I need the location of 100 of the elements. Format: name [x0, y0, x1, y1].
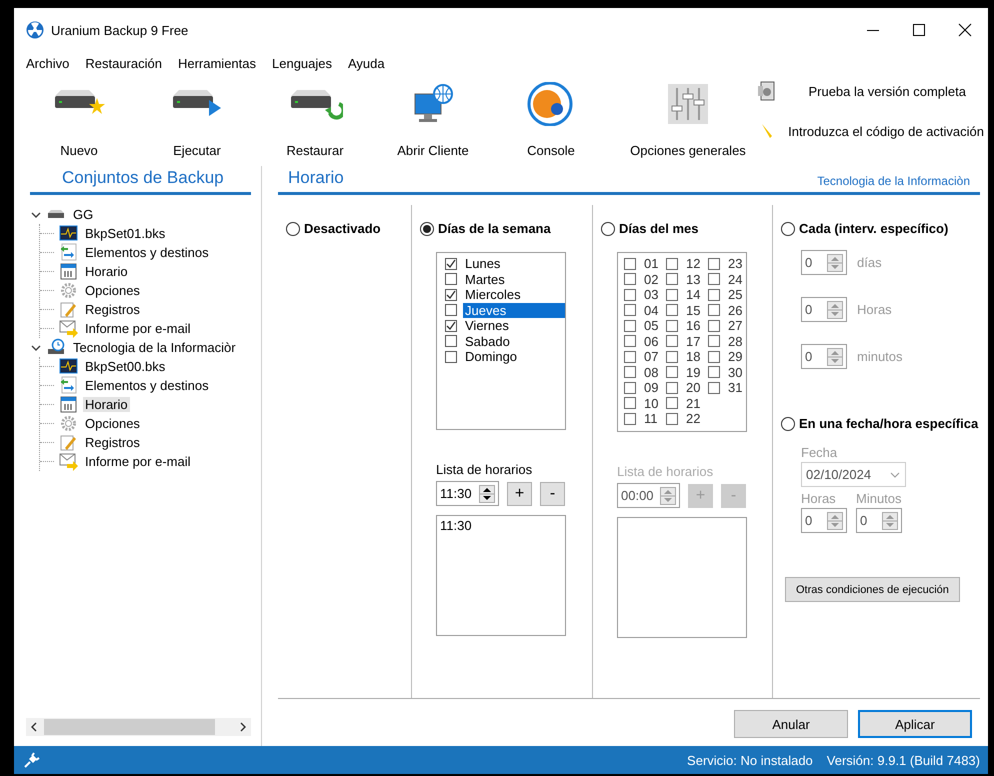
checkbox[interactable]: 20 — [666, 380, 708, 396]
checkbox[interactable]: 10 — [624, 396, 666, 411]
checkbox[interactable]: 04 — [624, 302, 666, 318]
checkbox[interactable]: 25 — [708, 287, 748, 302]
backup-set-name: Tecnologia de la Informaciòn — [817, 174, 970, 188]
menu-item[interactable]: Ayuda — [348, 56, 393, 70]
tree-item[interactable]: Tecnologia de la Informaciòr — [71, 340, 238, 355]
tree-item[interactable]: GG — [71, 207, 96, 222]
pencil-icon — [59, 300, 78, 319]
remove-button[interactable]: - — [540, 482, 565, 506]
menu-item[interactable]: Archivo — [26, 56, 78, 70]
check-icon — [446, 320, 456, 331]
checkbox[interactable]: 31 — [708, 380, 748, 396]
checkbox[interactable]: 19 — [666, 364, 708, 380]
list-item[interactable]: 11:30 — [440, 518, 562, 533]
checkbox[interactable]: 15 — [666, 302, 708, 318]
number-field[interactable]: 0 — [801, 508, 847, 533]
checkbox[interactable]: Sabado — [445, 334, 565, 349]
checkbox[interactable]: Martes — [445, 272, 565, 287]
checkbox[interactable]: 05 — [624, 318, 666, 334]
checkbox[interactable]: 22 — [666, 411, 708, 426]
tree-item[interactable]: Opciones — [83, 283, 142, 298]
field-label: Lista de horarios — [617, 464, 714, 479]
spinner-arrows-icon[interactable] — [479, 484, 495, 502]
checkbox[interactable]: 14 — [666, 287, 708, 302]
checkbox[interactable]: Viernes — [445, 318, 565, 334]
checkbox[interactable]: 24 — [708, 272, 748, 287]
add-button[interactable]: + — [507, 482, 532, 506]
radio-button[interactable]: Días del mes — [601, 221, 698, 236]
tree-item[interactable]: Registros — [83, 435, 142, 450]
tree-item[interactable]: Opciones — [83, 416, 142, 431]
checkbox[interactable]: 13 — [666, 272, 708, 287]
activation-link[interactable]: Introduzca el código de activación — [788, 124, 984, 138]
trial-link[interactable]: Prueba la versión completa — [808, 84, 966, 98]
checkbox[interactable]: 23 — [708, 256, 748, 272]
checkbox[interactable]: 16 — [666, 318, 708, 334]
toolbar-button[interactable]: Ejecutar — [154, 74, 240, 166]
checkbox[interactable]: 06 — [624, 334, 666, 349]
checkbox[interactable]: 27 — [708, 318, 748, 334]
tree-item[interactable]: Horario — [83, 397, 130, 412]
checkbox[interactable]: 03 — [624, 287, 666, 302]
checkbox[interactable]: 07 — [624, 349, 666, 364]
toolbar-button[interactable]: Abrir Cliente — [390, 74, 476, 166]
envelope-arrow-icon — [59, 319, 78, 338]
time-field[interactable]: 00:00 — [617, 483, 680, 508]
checkbox[interactable]: 01 — [624, 256, 666, 272]
radio-button[interactable]: En una fecha/hora específica — [781, 416, 978, 431]
toolbar-button[interactable]: Console — [508, 74, 594, 166]
dialog-button[interactable]: Anular — [734, 710, 848, 738]
menu-item[interactable]: Lenguajes — [272, 56, 340, 70]
radio-button[interactable]: Días de la semana — [420, 221, 551, 236]
checkbox[interactable]: 09 — [624, 380, 666, 396]
number-field[interactable]: 0 — [856, 508, 902, 533]
field-label: Horas — [801, 491, 837, 506]
checkbox[interactable]: 17 — [666, 334, 708, 349]
checkbox[interactable]: Miercoles — [445, 287, 565, 302]
arrows-icon — [59, 376, 78, 395]
checkbox[interactable]: 30 — [708, 364, 748, 380]
checkbox[interactable]: 08 — [624, 364, 666, 380]
toolbar-button[interactable]: Restaurar — [272, 74, 358, 166]
checkbox[interactable]: 29 — [708, 349, 748, 364]
tree-item[interactable]: Informe por e-mail — [83, 321, 192, 336]
time-field[interactable]: 11:30 — [436, 481, 499, 506]
tree-item[interactable]: Elementos y destinos — [83, 245, 211, 260]
checkbox[interactable]: 26 — [708, 302, 748, 318]
number-field[interactable]: 0 — [801, 344, 847, 369]
unit-label: minutos — [857, 349, 903, 364]
field-label: Minutos — [856, 491, 902, 506]
date-dropdown[interactable]: 02/10/2024 — [801, 462, 906, 487]
checkbox[interactable]: 11 — [624, 411, 666, 426]
checkbox[interactable]: Domingo — [445, 349, 565, 364]
field-label: Lista de horarios — [436, 462, 534, 477]
tree-item[interactable]: BkpSet01.bks — [83, 226, 168, 241]
tree-item[interactable]: Elementos y destinos — [83, 378, 211, 393]
number-field[interactable]: 0 — [801, 297, 847, 322]
envelope-arrow-icon — [59, 452, 78, 471]
tree-item[interactable]: BkpSet00.bks — [83, 359, 168, 374]
tree-item[interactable]: Registros — [83, 302, 142, 317]
number-field[interactable]: 0 — [801, 250, 847, 275]
arrows-icon — [59, 243, 78, 262]
toolbar-button[interactable]: Opciones generales — [626, 74, 750, 166]
toolbar-button[interactable]: Nuevo — [36, 74, 122, 166]
checkbox[interactable]: 18 — [666, 349, 708, 364]
menu-item[interactable]: Restauración — [85, 56, 170, 70]
checkbox[interactable]: 28 — [708, 334, 748, 349]
checkbox[interactable]: 12 — [666, 256, 708, 272]
other-conditions-button[interactable]: Otras condiciones de ejecución — [785, 577, 960, 602]
field-label: Fecha — [801, 445, 838, 460]
radio-button[interactable]: Cada (interv. específico) — [781, 221, 948, 236]
scrollbar-thumb[interactable] — [44, 719, 215, 735]
menu-item[interactable]: Herramientas — [178, 56, 264, 70]
dialog-button[interactable]: Aplicar — [858, 710, 972, 738]
checkbox[interactable]: Lunes — [445, 256, 565, 272]
check-icon — [446, 258, 456, 269]
checkbox[interactable]: 02 — [624, 272, 666, 287]
calendar-icon — [59, 262, 78, 281]
tree-item[interactable]: Horario — [83, 264, 130, 279]
checkbox[interactable]: 21 — [666, 396, 708, 411]
radio-button[interactable]: Desactivado — [286, 221, 381, 236]
tree-item[interactable]: Informe por e-mail — [83, 454, 192, 469]
